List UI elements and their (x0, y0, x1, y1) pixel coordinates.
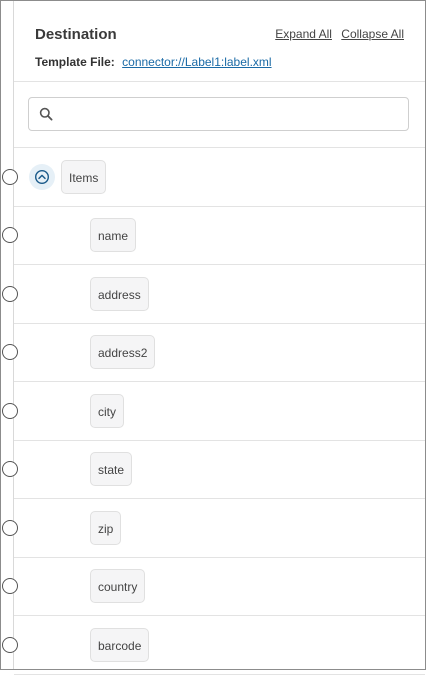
row-radio[interactable] (2, 168, 18, 185)
tree-row: address2 (2, 324, 425, 382)
template-file-line: Template File: connector://Label1:label.… (35, 55, 272, 69)
tree-row: city (2, 382, 425, 441)
search-input[interactable] (61, 98, 405, 132)
tree-row: country (2, 558, 425, 616)
destination-panel: Destination Expand All Collapse All Temp… (0, 0, 426, 675)
row-radio[interactable] (2, 344, 18, 361)
tree-row: zip (2, 499, 425, 558)
expand-all-link[interactable]: Expand All (275, 27, 332, 41)
field-chip[interactable]: address (90, 276, 149, 311)
field-chip[interactable]: country (90, 569, 146, 604)
field-chip[interactable]: city (90, 393, 124, 428)
field-tree: Items name address address2 city state zip cou… (1, 148, 425, 675)
template-file-label: Template File: (35, 55, 115, 69)
field-chip[interactable]: address2 (90, 335, 156, 370)
tree-row-items: Items (2, 148, 425, 207)
tree-row: address (2, 265, 425, 324)
row-radio[interactable] (2, 285, 18, 302)
panel-header: Destination Expand All Collapse All Temp… (14, 1, 425, 82)
panel-title: Destination (35, 26, 117, 43)
search-icon (39, 107, 53, 121)
collapse-all-link[interactable]: Collapse All (341, 27, 404, 41)
search-box[interactable] (28, 97, 409, 132)
field-chip[interactable]: barcode (90, 627, 150, 662)
row-radio[interactable] (2, 402, 18, 419)
field-chip-items[interactable]: Items (61, 159, 107, 194)
field-chip[interactable]: name (90, 218, 137, 253)
field-chip[interactable]: state (90, 452, 133, 487)
tree-row: name (2, 207, 425, 265)
row-radio[interactable] (2, 227, 18, 244)
field-chip[interactable]: zip (90, 510, 122, 545)
row-radio[interactable] (2, 461, 18, 478)
search-section (14, 81, 425, 148)
row-radio[interactable] (2, 578, 18, 595)
row-radio[interactable] (2, 636, 18, 653)
chevron-up-circle-icon[interactable] (29, 163, 55, 190)
tree-row: barcode (2, 616, 425, 675)
tree-row: state (2, 441, 425, 499)
template-file-link[interactable]: connector://Label1:label.xml (122, 55, 271, 69)
row-radio[interactable] (2, 519, 18, 536)
header-actions: Expand All Collapse All (269, 27, 404, 41)
